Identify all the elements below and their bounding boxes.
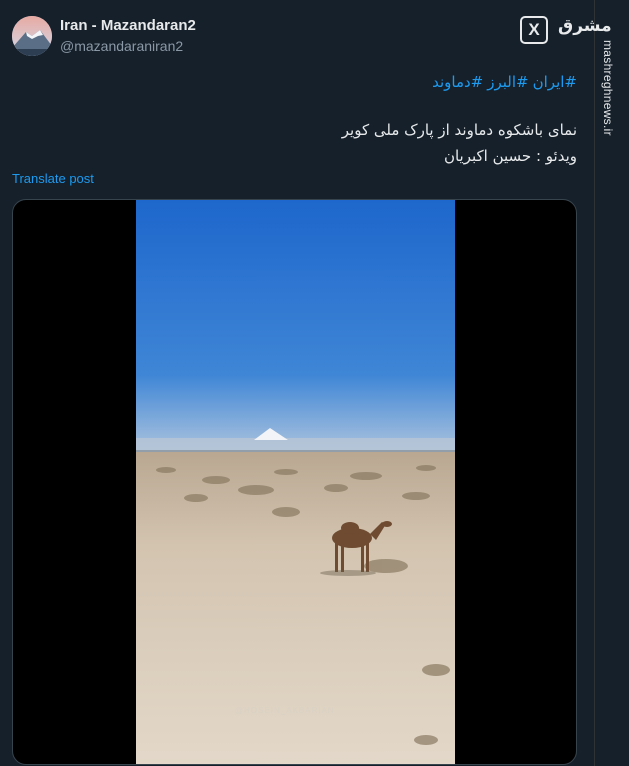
- avatar[interactable]: [12, 16, 52, 56]
- mountain-avatar-image: [12, 16, 52, 56]
- hashtag-link[interactable]: #دماوند: [432, 73, 483, 91]
- post-credit-line: ویدئو : حسین اکبریان: [443, 147, 577, 165]
- site-logo: مشرق: [558, 16, 612, 36]
- x-logo-icon[interactable]: X: [520, 16, 548, 44]
- author-display-name[interactable]: Iran - Mazandaran2: [60, 17, 196, 34]
- post-header: Iran - Mazandaran2 @mazandaraniran2: [12, 14, 592, 58]
- hashtag-list: #ایران #البرز#دماوند: [428, 73, 577, 91]
- post-text-line: نمای باشکوه دماوند از پارک ملی کویر: [341, 121, 577, 139]
- video-frame: [136, 200, 455, 764]
- translate-post-link[interactable]: Translate post: [12, 171, 94, 186]
- video-player[interactable]: @HOSEIN_AKBARIAN: [12, 199, 577, 765]
- site-domain-label: mashreghnews.ir: [601, 40, 615, 136]
- video-watermark: @HOSEIN_AKBARIAN: [235, 706, 335, 715]
- hashtag-link[interactable]: #البرز: [487, 73, 528, 91]
- hashtag-link[interactable]: #ایران: [533, 73, 577, 91]
- author-handle[interactable]: @mazandaraniran2: [60, 38, 183, 54]
